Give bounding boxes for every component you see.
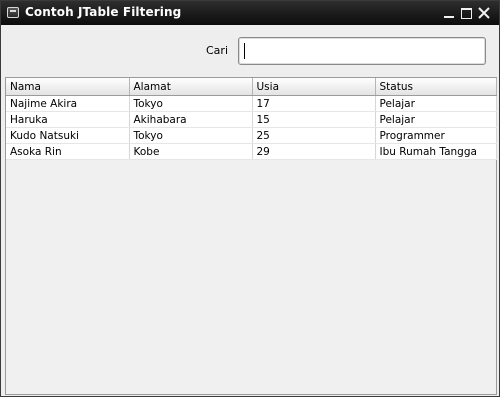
column-header-status[interactable]: Status <box>375 78 497 96</box>
table-cell[interactable]: 17 <box>252 95 376 112</box>
window-title: Contoh JTable Filtering <box>25 5 182 19</box>
table-cell[interactable]: Kobe <box>129 143 253 160</box>
table-cell[interactable]: Pelajar <box>375 111 497 128</box>
app-window: Contoh JTable Filtering Cari Nama Alamat… <box>0 0 500 397</box>
table-cell[interactable]: 25 <box>252 127 376 144</box>
search-input[interactable] <box>238 37 486 65</box>
table-row[interactable]: Haruka Akihabara 15 Pelajar <box>6 111 497 128</box>
data-table-scrollpane[interactable]: Nama Alamat Usia Status Najime Akira Tok… <box>5 77 497 395</box>
table-row[interactable]: Asoka Rin Kobe 29 Ibu Rumah Tangga <box>6 143 497 160</box>
java-window-icon[interactable] <box>7 7 19 18</box>
table-cell[interactable]: Ibu Rumah Tangga <box>375 143 497 160</box>
table-cell[interactable]: 15 <box>252 111 376 128</box>
table-cell[interactable]: Akihabara <box>129 111 253 128</box>
table-row[interactable]: Kudo Natsuki Tokyo 25 Programmer <box>6 127 497 144</box>
table-cell[interactable]: 29 <box>252 143 376 160</box>
table-cell[interactable]: Kudo Natsuki <box>6 127 130 144</box>
table-cell[interactable]: Pelajar <box>375 95 497 112</box>
table-cell[interactable]: Asoka Rin <box>6 143 130 160</box>
table-cell[interactable]: Tokyo <box>129 95 253 112</box>
column-header-usia[interactable]: Usia <box>252 78 376 96</box>
table-cell[interactable]: Programmer <box>375 127 497 144</box>
table-header-row: Nama Alamat Usia Status <box>6 78 497 96</box>
column-header-alamat[interactable]: Alamat <box>129 78 253 96</box>
table-cell[interactable]: Tokyo <box>129 127 253 144</box>
minimize-icon[interactable] <box>442 6 456 20</box>
title-bar[interactable]: Contoh JTable Filtering <box>1 1 499 25</box>
close-icon[interactable] <box>477 6 491 20</box>
main-panel: Cari Nama Alamat Usia Status Najime Akir… <box>2 26 499 396</box>
table-cell[interactable]: Haruka <box>6 111 130 128</box>
text-caret <box>244 43 245 59</box>
search-label: Cari <box>206 44 228 57</box>
table-row[interactable]: Najime Akira Tokyo 17 Pelajar <box>6 95 497 112</box>
maximize-icon[interactable] <box>459 6 473 20</box>
table-cell[interactable]: Najime Akira <box>6 95 130 112</box>
data-table[interactable]: Nama Alamat Usia Status Najime Akira Tok… <box>6 78 497 160</box>
column-header-nama[interactable]: Nama <box>6 78 130 96</box>
